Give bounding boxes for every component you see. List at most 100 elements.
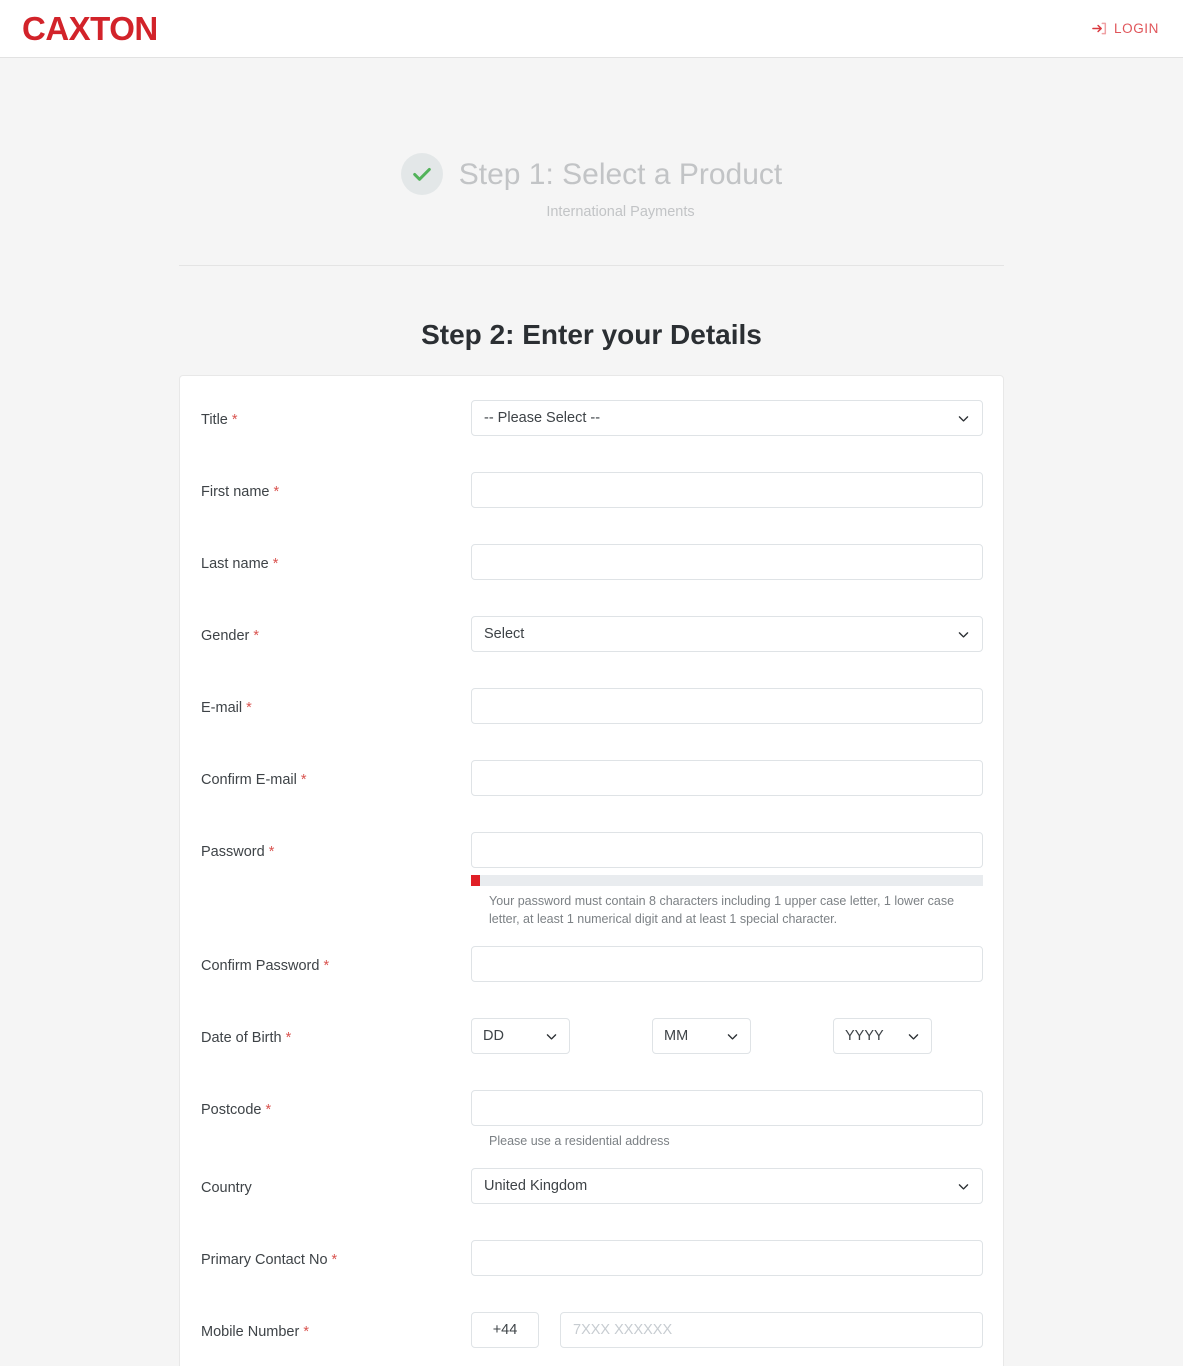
label-last-name: Last name * <box>201 544 471 573</box>
caxton-logo[interactable]: CAXTON <box>22 12 158 45</box>
login-label: LOGIN <box>1113 21 1159 36</box>
label-gender-required: * <box>253 628 260 644</box>
last-name-input[interactable] <box>471 544 983 580</box>
control-wrap-password: Your password must contain 8 characters … <box>471 832 1003 928</box>
dob-year-value: YYYY <box>845 1028 884 1045</box>
primary-contact-input[interactable] <box>471 1240 983 1277</box>
dob-day-select[interactable]: DD <box>471 1018 570 1055</box>
mobile-number-input[interactable] <box>560 1312 983 1349</box>
site-header: CAXTON LOGIN <box>0 0 1183 58</box>
label-confirm-email: Confirm E-mail * <box>201 760 471 789</box>
first-name-input[interactable] <box>471 472 983 508</box>
label-mobile-number-required: * <box>303 1324 310 1341</box>
label-title: Title * <box>201 400 471 429</box>
postcode-help-text: Please use a residential address <box>489 1134 670 1149</box>
step-1-row: Step 1: Select a Product <box>179 153 1004 195</box>
form-row-last-name: Last name * <box>180 544 1003 598</box>
registration-form-card: Title * -- Please Select -- First name *… <box>179 375 1004 1366</box>
form-row-date-of-birth: Date of Birth * DD MM YYYY <box>180 1018 1003 1072</box>
control-wrap-date-of-birth: DD MM YYYY <box>471 1018 1003 1055</box>
label-email: E-mail * <box>201 688 471 717</box>
label-confirm-password-required: * <box>323 958 330 975</box>
form-row-password: Password * Your password must contain 8 … <box>180 832 1003 928</box>
control-wrap-postcode: Please use a residential address <box>471 1090 1003 1150</box>
confirm-email-input[interactable] <box>471 760 983 796</box>
label-confirm-email-text: Confirm E-mail <box>201 772 297 788</box>
password-strength-meter <box>471 875 983 886</box>
form-row-gender: Gender * Select <box>180 616 1003 670</box>
label-gender-text: Gender <box>201 628 250 644</box>
email-input[interactable] <box>471 688 983 724</box>
control-wrap-primary-contact <box>471 1240 1003 1277</box>
form-row-title: Title * -- Please Select -- <box>180 400 1003 454</box>
label-first-name-text: First name <box>201 484 270 500</box>
label-password-text: Password <box>201 844 265 860</box>
step-1-summary[interactable]: Step 1: Select a Product International P… <box>179 58 1004 220</box>
label-country-text: Country <box>201 1180 252 1197</box>
form-row-email: E-mail * <box>180 688 1003 742</box>
title-select[interactable]: -- Please Select -- <box>471 400 983 436</box>
password-strength-fill <box>471 875 480 886</box>
form-row-first-name: First name * <box>180 472 1003 526</box>
dob-month-select[interactable]: MM <box>652 1018 751 1055</box>
dob-year-select[interactable]: YYYY <box>833 1018 932 1055</box>
chevron-down-icon <box>957 1180 970 1193</box>
control-wrap-confirm-email <box>471 760 1003 796</box>
form-row-primary-contact: Primary Contact No * <box>180 1240 1003 1294</box>
label-email-text: E-mail <box>201 700 243 716</box>
label-confirm-password-text: Confirm Password <box>201 958 320 975</box>
mobile-country-prefix[interactable]: +44 <box>471 1312 539 1349</box>
control-wrap-title: -- Please Select -- <box>471 400 1003 436</box>
label-last-name-text: Last name <box>201 556 269 572</box>
password-input[interactable] <box>471 832 983 868</box>
country-select-value: United Kingdom <box>484 1178 588 1195</box>
label-date-of-birth-text: Date of Birth <box>201 1030 282 1047</box>
password-help-text: Your password must contain 8 characters … <box>489 894 955 927</box>
postcode-input[interactable] <box>471 1090 983 1127</box>
label-last-name-required: * <box>272 556 279 572</box>
form-row-confirm-password: Confirm Password * <box>180 946 1003 1000</box>
label-primary-contact: Primary Contact No * <box>201 1240 471 1269</box>
gender-select[interactable]: Select <box>471 616 983 652</box>
label-postcode: Postcode * <box>201 1090 471 1119</box>
step-1-subtitle: International Payments <box>546 204 695 220</box>
chevron-down-icon <box>957 628 970 641</box>
login-link[interactable]: LOGIN <box>1092 21 1159 36</box>
page-container: Step 1: Select a Product International P… <box>179 58 1004 1366</box>
chevron-down-icon <box>907 1030 920 1043</box>
date-of-birth-group: DD MM YYYY <box>471 1018 981 1055</box>
label-first-name: First name * <box>201 472 471 501</box>
control-wrap-country: United Kingdom <box>471 1168 1003 1205</box>
chevron-down-icon <box>957 412 970 425</box>
label-date-of-birth-required: * <box>285 1030 292 1047</box>
label-date-of-birth: Date of Birth * <box>201 1018 471 1047</box>
label-primary-contact-text: Primary Contact No <box>201 1252 328 1269</box>
dob-day-value: DD <box>483 1028 504 1045</box>
country-select[interactable]: United Kingdom <box>471 1168 983 1205</box>
form-row-mobile-number: Mobile Number * +44 <box>180 1312 1003 1366</box>
label-first-name-required: * <box>273 484 280 500</box>
label-country: Country <box>201 1168 471 1197</box>
control-wrap-confirm-password <box>471 946 1003 983</box>
dob-month-value: MM <box>664 1028 689 1045</box>
control-wrap-last-name <box>471 544 1003 580</box>
form-row-country: Country United Kingdom <box>180 1168 1003 1222</box>
label-confirm-password: Confirm Password * <box>201 946 471 975</box>
chevron-down-icon <box>545 1030 558 1043</box>
label-title-text: Title <box>201 412 228 428</box>
label-postcode-text: Postcode <box>201 1102 262 1119</box>
control-wrap-mobile-number: +44 <box>471 1312 1003 1349</box>
confirm-password-input[interactable] <box>471 946 983 983</box>
gender-select-value: Select <box>484 626 525 642</box>
label-password-required: * <box>268 844 275 860</box>
mobile-number-group: +44 <box>471 1312 983 1349</box>
